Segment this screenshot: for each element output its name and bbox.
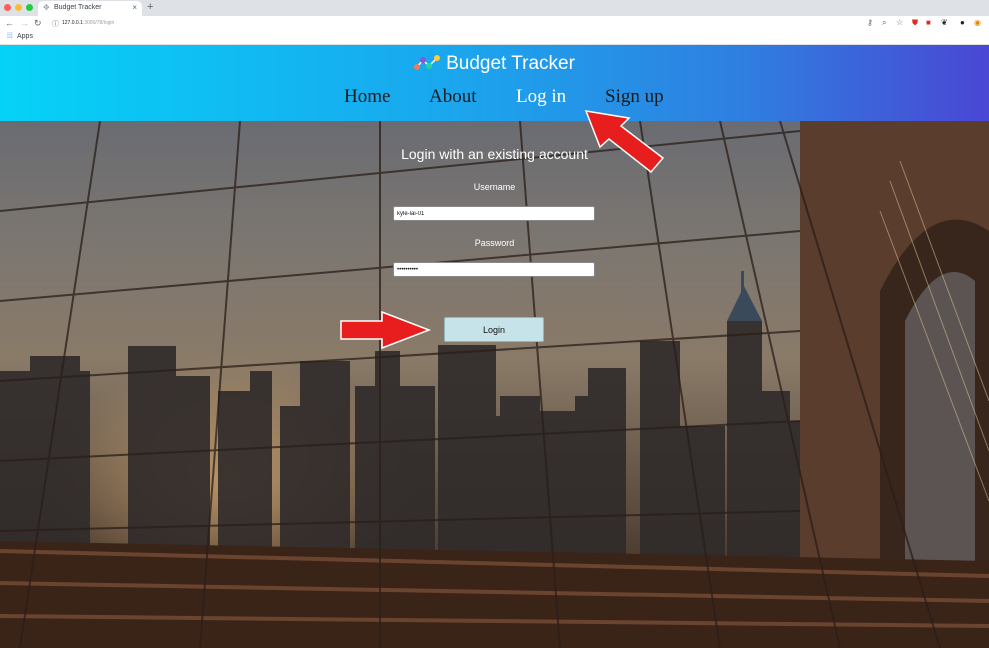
password-label: Password — [474, 238, 515, 248]
profile-icon[interactable]: ● — [960, 18, 965, 28]
username-label: Username — [473, 182, 516, 192]
password-input[interactable] — [393, 262, 595, 277]
budget-logo-icon — [414, 55, 441, 70]
nav-about[interactable]: About — [429, 86, 477, 108]
login-form-title: Login with an existing account — [401, 146, 588, 162]
close-window-icon[interactable] — [4, 4, 11, 11]
menu-icon[interactable]: ◉ — [974, 18, 981, 28]
shield-extension-icon[interactable]: ⛊ — [912, 18, 918, 28]
username-input[interactable] — [393, 206, 595, 221]
brand-name: Budget Tracker — [446, 53, 575, 74]
new-tab-button[interactable]: + — [147, 1, 153, 13]
hero-background-image — [0, 121, 989, 648]
bookmarks-bar: ⁞⁞⁞ Apps — [0, 30, 989, 45]
nav-home[interactable]: Home — [344, 86, 390, 108]
nav-login[interactable]: Log in — [516, 86, 566, 108]
browser-tab-bar: ✥ Budget Tracker × + — [0, 0, 989, 16]
star-icon[interactable]: ☆ — [896, 18, 903, 28]
minimize-window-icon[interactable] — [15, 4, 22, 11]
browser-tab[interactable]: ✥ Budget Tracker × — [38, 1, 142, 16]
url-path: :3000/78/login — [82, 20, 115, 26]
bridge-cityscape-illustration — [0, 121, 989, 648]
url-host: 127.0.0.1 — [62, 20, 83, 26]
tab-favicon-icon: ✥ — [43, 3, 50, 12]
site-header: Budget Tracker Home About Log in Sign up — [0, 45, 989, 121]
maximize-window-icon[interactable] — [26, 4, 33, 11]
forward-arrow-icon[interactable]: → — [20, 18, 29, 28]
extension-icon[interactable]: ■ — [926, 18, 931, 28]
back-arrow-icon[interactable]: ← — [5, 18, 14, 28]
zoom-icon[interactable]: ⌕ — [882, 18, 886, 28]
login-button[interactable]: Login — [444, 317, 544, 342]
key-icon[interactable]: ⚷ — [867, 18, 873, 28]
feather-extension-icon[interactable]: ❦ — [941, 18, 948, 28]
address-bar[interactable]: 127.0.0.1:3000/78/login — [62, 20, 114, 26]
brand: Budget Tracker — [0, 53, 989, 75]
tab-title: Budget Tracker — [54, 4, 102, 11]
info-icon[interactable]: ⓘ — [52, 19, 59, 29]
apps-grid-icon[interactable]: ⁞⁞⁞ — [7, 33, 13, 40]
tab-close-icon[interactable]: × — [132, 3, 137, 12]
browser-toolbar: ← → ↻ ⓘ 127.0.0.1:3000/78/login ⚷ ⌕ ☆ ⛊ … — [0, 16, 989, 30]
apps-bookmark[interactable]: Apps — [17, 33, 33, 40]
reload-icon[interactable]: ↻ — [34, 18, 42, 28]
nav-signup[interactable]: Sign up — [605, 86, 664, 108]
